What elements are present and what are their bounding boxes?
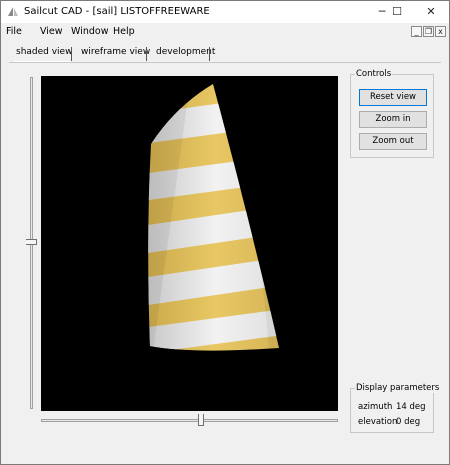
maximize-button[interactable]: ☐ <box>383 1 411 23</box>
sail-icon <box>8 7 18 16</box>
close-button[interactable]: ✕ <box>417 1 445 23</box>
title-bar[interactable]: Sailcut CAD - [sail] LISTOFFREEWARE ─ ☐ … <box>1 1 449 23</box>
mdi-minimize-button[interactable]: _ <box>411 26 422 37</box>
window-title: Sailcut CAD - [sail] LISTOFFREEWARE <box>24 6 210 17</box>
tab-separator <box>209 47 210 61</box>
elevation-value: 0 deg <box>396 417 421 427</box>
main-window: Sailcut CAD - [sail] LISTOFFREEWARE ─ ☐ … <box>0 0 450 465</box>
display-parameters-group: Display parameters azimuth 14 deg elevat… <box>350 383 441 433</box>
menu-file[interactable]: File <box>6 26 22 37</box>
menu-window[interactable]: Window <box>71 26 108 37</box>
tab-development[interactable]: development <box>156 47 215 57</box>
zoom-out-button[interactable]: Zoom out <box>359 133 427 150</box>
elevation-slider-handle[interactable] <box>26 239 37 245</box>
tab-separator <box>71 47 72 61</box>
mdi-restore-button[interactable]: ❐ <box>423 26 434 37</box>
controls-group: Controls Reset view Zoom in Zoom out <box>350 69 434 158</box>
tab-wireframe-view[interactable]: wireframe view <box>81 47 150 57</box>
azimuth-label: azimuth <box>358 402 393 412</box>
display-parameters-title: Display parameters <box>355 383 441 393</box>
azimuth-value: 14 deg <box>396 402 426 412</box>
sail-render <box>148 84 279 351</box>
menu-help[interactable]: Help <box>113 26 135 37</box>
menu-bar: File View Window Help _ ❐ x <box>1 23 449 41</box>
reset-view-button[interactable]: Reset view <box>359 89 427 106</box>
sail-panels <box>148 84 279 351</box>
menu-view[interactable]: View <box>40 26 63 37</box>
azimuth-slider-track[interactable] <box>41 419 338 422</box>
sail-3d-viewport[interactable] <box>41 76 338 411</box>
mdi-close-button[interactable]: x <box>435 26 446 37</box>
elevation-label: elevation <box>358 417 398 427</box>
controls-group-title: Controls <box>355 69 393 79</box>
tab-shaded-view[interactable]: shaded view <box>16 47 72 57</box>
azimuth-slider-handle[interactable] <box>198 414 204 426</box>
tab-separator <box>146 47 147 61</box>
zoom-in-button[interactable]: Zoom in <box>359 111 427 128</box>
